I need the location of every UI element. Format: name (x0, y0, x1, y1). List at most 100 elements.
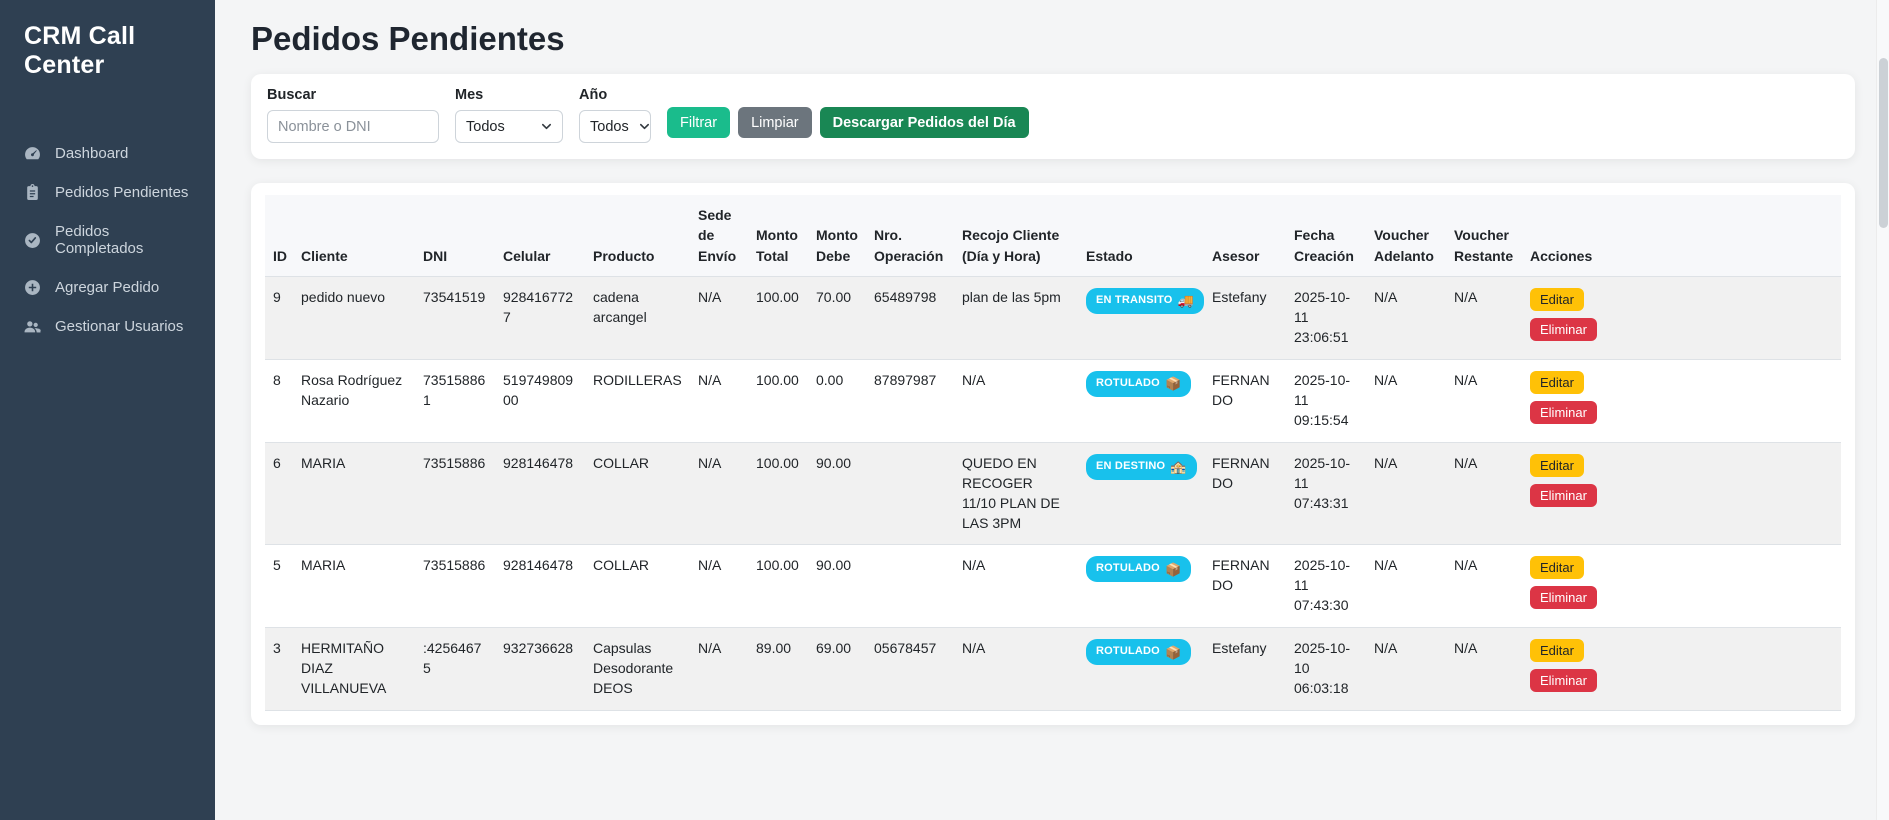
cell-celular: 51974980900 (495, 359, 585, 442)
cell-id: 9 (265, 276, 293, 359)
cell-nro-operacion (866, 442, 954, 545)
edit-button[interactable]: Editar (1530, 556, 1584, 579)
cell-cliente: MARIA (293, 545, 415, 628)
cell-sede-envio: N/A (690, 442, 748, 545)
cell-nro-operacion: 65489798 (866, 276, 954, 359)
cell-producto: COLLAR (585, 545, 690, 628)
cell-sede-envio: N/A (690, 359, 748, 442)
year-select[interactable]: Todos (579, 110, 651, 143)
sidebar: CRM Call Center Dashboard Pedidos Pendien… (0, 0, 215, 820)
cell-recojo: N/A (954, 628, 1078, 711)
cell-dni: 73515886 (415, 442, 495, 545)
delete-button[interactable]: Eliminar (1530, 586, 1597, 609)
sidebar-item-pedidos-completados[interactable]: Pedidos Completados (0, 212, 215, 268)
table-body: 9 pedido nuevo 73541519 9284167727 caden… (265, 276, 1841, 711)
month-label: Mes (455, 87, 563, 103)
column-header: Sede de Envío (690, 195, 748, 276)
table-row: 6 MARIA 73515886 928146478 COLLAR N/A 10… (265, 442, 1841, 545)
cell-voucher-adelanto: N/A (1366, 276, 1446, 359)
search-label: Buscar (267, 87, 439, 103)
search-input[interactable] (267, 110, 439, 143)
sidebar-item-label: Agregar Pedido (55, 279, 159, 296)
cell-monto-debe: 69.00 (808, 628, 866, 711)
cell-id: 8 (265, 359, 293, 442)
cell-nro-operacion: 05678457 (866, 628, 954, 711)
page-scrollbar[interactable] (1876, 0, 1889, 820)
cell-monto-total: 100.00 (748, 276, 808, 359)
column-header: ID (265, 195, 293, 276)
table-row: 3 HERMITAÑO DIAZ VILLANUEVA :42564675 93… (265, 628, 1841, 711)
edit-button[interactable]: Editar (1530, 639, 1584, 662)
status-label: ROTULADO (1096, 561, 1160, 577)
cell-voucher-adelanto: N/A (1366, 628, 1446, 711)
cell-estado: EN DESTINO 🏤 (1078, 442, 1204, 545)
filter-button[interactable]: Filtrar (667, 107, 730, 138)
sidebar-item-pedidos-pendientes[interactable]: Pedidos Pendientes (0, 173, 215, 212)
cell-cliente: pedido nuevo (293, 276, 415, 359)
sidebar-item-label: Gestionar Usuarios (55, 318, 183, 335)
edit-button[interactable]: Editar (1530, 454, 1584, 477)
status-label: EN DESTINO (1096, 459, 1165, 475)
sidebar-item-dashboard[interactable]: Dashboard (0, 134, 215, 173)
cell-voucher-restante: N/A (1446, 359, 1522, 442)
cell-fecha-creacion: 2025-10-11 23:06:51 (1286, 276, 1366, 359)
cell-celular: 928146478 (495, 442, 585, 545)
year-filter-group: Año Todos (579, 87, 651, 143)
chevron-down-icon (541, 121, 552, 132)
month-select[interactable]: Todos (455, 110, 563, 143)
scrollbar-thumb[interactable] (1879, 58, 1888, 228)
column-header: Nro. Operación (866, 195, 954, 276)
sidebar-item-gestionar-usuarios[interactable]: Gestionar Usuarios (0, 307, 215, 346)
app-title: CRM Call Center (0, 18, 215, 106)
download-orders-button[interactable]: Descargar Pedidos del Día (820, 107, 1029, 138)
year-label: Año (579, 87, 651, 103)
status-badge: ROTULADO 📦 (1086, 556, 1191, 582)
cell-asesor: FERNANDO (1204, 442, 1286, 545)
cell-producto: cadena arcangel (585, 276, 690, 359)
status-emoji-icon: 🏤 (1170, 460, 1186, 473)
delete-button[interactable]: Eliminar (1530, 669, 1597, 692)
cell-nro-operacion: 87897987 (866, 359, 954, 442)
cell-estado: ROTULADO 📦 (1078, 628, 1204, 711)
plus-circle-icon (24, 279, 41, 296)
cell-id: 6 (265, 442, 293, 545)
cell-monto-total: 100.00 (748, 545, 808, 628)
sidebar-item-label: Dashboard (55, 145, 128, 162)
cell-celular: 932736628 (495, 628, 585, 711)
filter-buttons: Filtrar Limpiar Descargar Pedidos del Dí… (667, 107, 1029, 138)
cell-voucher-restante: N/A (1446, 276, 1522, 359)
cell-recojo: plan de las 5pm (954, 276, 1078, 359)
filter-bar: Buscar Mes Todos Año Todos Filtrar Li (251, 74, 1855, 159)
cell-dni: :42564675 (415, 628, 495, 711)
status-badge: EN TRANSITO 🚚 (1086, 288, 1204, 314)
delete-button[interactable]: Eliminar (1530, 484, 1597, 507)
column-header: Fecha Creación (1286, 195, 1366, 276)
cell-acciones: Editar Eliminar (1522, 545, 1841, 628)
cell-monto-debe: 0.00 (808, 359, 866, 442)
cell-monto-total: 100.00 (748, 359, 808, 442)
status-badge: ROTULADO 📦 (1086, 371, 1191, 397)
delete-button[interactable]: Eliminar (1530, 318, 1597, 341)
orders-table-card: IDClienteDNICelularProductoSede de Envío… (251, 183, 1855, 725)
sidebar-nav: Dashboard Pedidos PendientesPedidos Compl… (0, 134, 215, 346)
column-header: Cliente (293, 195, 415, 276)
sidebar-item-agregar-pedido[interactable]: Agregar Pedido (0, 268, 215, 307)
main-content: Pedidos Pendientes Buscar Mes Todos Año … (215, 0, 1889, 820)
cell-recojo: QUEDO EN RECOGER 11/10 PLAN DE LAS 3PM (954, 442, 1078, 545)
cell-monto-debe: 70.00 (808, 276, 866, 359)
clear-button[interactable]: Limpiar (738, 107, 812, 138)
edit-button[interactable]: Editar (1530, 371, 1584, 394)
edit-button[interactable]: Editar (1530, 288, 1584, 311)
month-select-value: Todos (466, 119, 505, 135)
cell-fecha-creacion: 2025-10-10 06:03:18 (1286, 628, 1366, 711)
cell-sede-envio: N/A (690, 628, 748, 711)
cell-estado: EN TRANSITO 🚚 (1078, 276, 1204, 359)
cell-acciones: Editar Eliminar (1522, 628, 1841, 711)
cell-celular: 928146478 (495, 545, 585, 628)
cell-cliente: HERMITAÑO DIAZ VILLANUEVA (293, 628, 415, 711)
cell-fecha-creacion: 2025-10-11 07:43:30 (1286, 545, 1366, 628)
delete-button[interactable]: Eliminar (1530, 401, 1597, 424)
status-emoji-icon: 📦 (1165, 377, 1181, 390)
orders-table: IDClienteDNICelularProductoSede de Envío… (265, 195, 1841, 711)
cell-voucher-restante: N/A (1446, 442, 1522, 545)
